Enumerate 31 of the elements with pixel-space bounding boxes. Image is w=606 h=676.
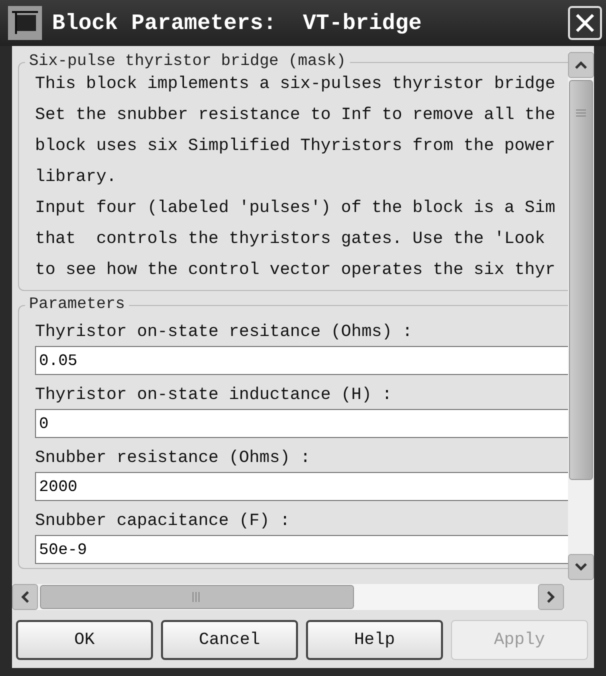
input-field[interactable]: 0.05 <box>35 346 568 375</box>
description-line: library. <box>35 167 118 189</box>
group-title: Six-pulse thyristor bridge (mask) <box>25 52 350 70</box>
description-line: This block implements a six-pulses thyristor bridge <box>35 74 556 96</box>
horizontal-scrollbar[interactable] <box>12 584 564 610</box>
scroll-left-button[interactable] <box>12 584 38 610</box>
close-icon <box>574 12 596 34</box>
scroll-up-button[interactable] <box>568 52 594 78</box>
field-label: Thyristor on-state resitance (Ohms) : <box>35 322 414 344</box>
dialog-button[interactable]: Help <box>306 620 443 660</box>
scrollbar-thumb[interactable] <box>40 585 354 609</box>
input-field[interactable]: 2000 <box>35 472 568 501</box>
input-field[interactable]: 50e-9 <box>35 535 568 564</box>
description-line: Set the snubber resistance to Inf to remove all the <box>35 105 556 127</box>
scrollbar-thumb[interactable] <box>569 80 593 480</box>
field-label: Snubber capacitance (F) : <box>35 511 292 533</box>
scroll-down-button[interactable] <box>568 554 594 580</box>
description-line: to see how the control vector operates the six thyr <box>35 260 556 282</box>
vertical-scrollbar[interactable] <box>568 52 594 580</box>
field-label: Thyristor on-state inductance (H) : <box>35 385 394 407</box>
input-field[interactable]: 0 <box>35 409 568 438</box>
scroll-right-button[interactable] <box>538 584 564 610</box>
close-button[interactable] <box>568 6 602 40</box>
description-line: Input four (labeled 'pulses') of the block is a Sim <box>35 198 556 220</box>
field-label: Snubber resistance (Ohms) : <box>35 448 312 470</box>
window-title: Block Parameters: VT-bridge <box>52 10 423 36</box>
description-line: block uses six Simplified Thyristors from the power <box>35 136 556 158</box>
description-line: that controls the thyristors gates. Use the 'Look <box>35 229 546 251</box>
block-icon <box>8 6 42 40</box>
dialog-button[interactable]: Cancel <box>161 620 298 660</box>
dialog-button[interactable]: OK <box>16 620 153 660</box>
